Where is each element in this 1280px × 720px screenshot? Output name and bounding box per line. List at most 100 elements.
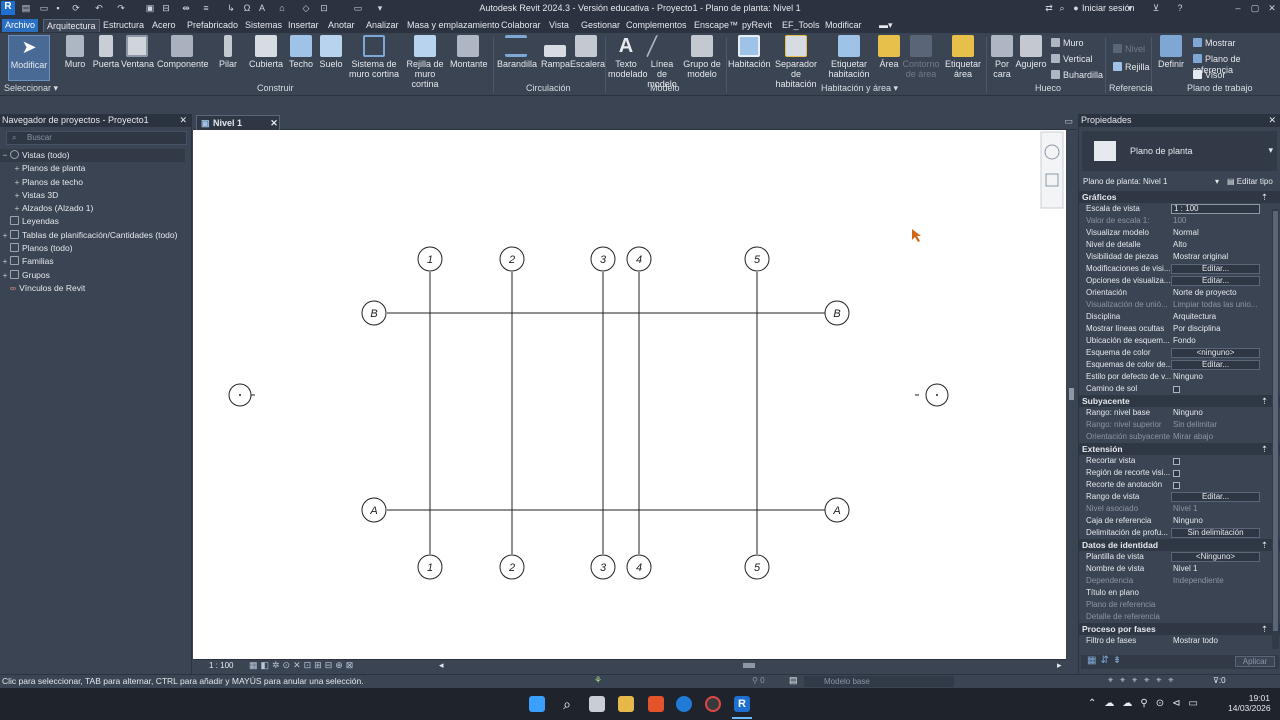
property-row[interactable]: Esquemas de color de... Editar... bbox=[1079, 359, 1280, 371]
search-input[interactable]: ⌕ Buscar bbox=[6, 131, 187, 145]
tree-item-planos-planta[interactable]: + Planos de planta bbox=[0, 162, 191, 175]
property-button[interactable]: Editar... bbox=[1171, 264, 1260, 274]
property-row[interactable]: Nivel de detalle Alto bbox=[1079, 239, 1280, 251]
component-button[interactable]: Componente bbox=[157, 35, 209, 69]
tree-item-grupos[interactable]: + Grupos bbox=[0, 269, 191, 282]
group-seleccionar[interactable]: Seleccionar ▾ bbox=[4, 83, 58, 94]
property-input[interactable]: 1 : 100 bbox=[1171, 204, 1260, 214]
clock[interactable]: 19:01 14/03/2026 bbox=[1228, 693, 1271, 713]
tab-colaborar[interactable]: Colaborar bbox=[498, 19, 544, 32]
properties-section-4[interactable]: Proceso por fases ⇡ bbox=[1079, 623, 1280, 635]
property-row[interactable]: Rango: nivel base Ninguno bbox=[1079, 407, 1280, 419]
tree-item-familias[interactable]: + Familias bbox=[0, 255, 191, 268]
design-options-icon[interactable]: ▤ bbox=[789, 675, 798, 686]
tab-enscape[interactable]: Enscape™ bbox=[691, 19, 741, 32]
property-row[interactable]: Rango de vista Editar... bbox=[1079, 491, 1280, 503]
flip-icon[interactable]: ⇄ bbox=[1043, 2, 1055, 14]
tree-item-alzados[interactable]: + Alzados (Alzado 1) bbox=[0, 202, 191, 215]
tree-item-planos[interactable]: Planos (todo) bbox=[0, 242, 191, 255]
property-row[interactable]: Plantilla de vista <Ninguno> bbox=[1079, 551, 1280, 563]
window-button[interactable]: Ventana bbox=[121, 35, 154, 69]
tab-arquitectura[interactable]: Arquitectura bbox=[43, 19, 100, 32]
tab-archivo[interactable]: Archivo bbox=[2, 19, 38, 32]
mullion-button[interactable]: Montante bbox=[450, 35, 488, 69]
tab-acero[interactable]: Acero bbox=[149, 19, 179, 32]
property-checkbox[interactable] bbox=[1173, 458, 1180, 465]
properties-section-2[interactable]: Extensión ⇡ bbox=[1079, 443, 1280, 455]
group-habitacion-area[interactable]: Habitación y área ▾ bbox=[821, 83, 898, 94]
viewer-button[interactable]: Visor bbox=[1193, 70, 1225, 81]
brave-icon[interactable] bbox=[648, 696, 664, 712]
tab-sistemas[interactable]: Sistemas bbox=[242, 19, 285, 32]
tab-complementos[interactable]: Complementos bbox=[623, 19, 690, 32]
collapse-icon[interactable]: ⇡ bbox=[1261, 443, 1268, 455]
property-button[interactable]: <Ninguno> bbox=[1171, 552, 1260, 562]
tag-room-button[interactable]: Etiquetar habitación bbox=[827, 35, 871, 79]
define-work-plane-button[interactable]: Definir bbox=[1155, 35, 1187, 69]
property-checkbox[interactable] bbox=[1173, 386, 1180, 393]
scroll-left-icon[interactable]: ◂ bbox=[439, 660, 444, 671]
floor-plan-drawing[interactable]: 1 2 3 4 5 1 2 3 4 5 B B A A bbox=[193, 130, 1066, 659]
close-icon[interactable]: ✕ bbox=[179, 114, 187, 127]
model-text-button[interactable]: A Texto modelado bbox=[608, 35, 648, 79]
revit-taskbar-icon[interactable]: R bbox=[734, 696, 750, 712]
close-icon[interactable]: ✕ bbox=[1268, 114, 1276, 127]
property-button[interactable]: Editar... bbox=[1171, 276, 1260, 286]
tree-item-vistas[interactable]: − Vistas (todo) bbox=[0, 149, 185, 163]
property-row[interactable]: Caja de referencia Ninguno bbox=[1079, 515, 1280, 527]
tab-modificar[interactable]: Modificar bbox=[822, 19, 865, 32]
minimize-icon[interactable]: – bbox=[1232, 2, 1244, 14]
tree-item-vistas-3d[interactable]: + Vistas 3D bbox=[0, 189, 191, 202]
model-line-button[interactable]: Línea de modelo bbox=[645, 35, 679, 89]
roof-button[interactable]: Cubierta bbox=[249, 35, 283, 69]
apply-button[interactable]: Aplicar bbox=[1235, 656, 1275, 667]
room-button[interactable]: Habitación bbox=[728, 35, 771, 69]
property-row[interactable]: Disciplina Arquitectura bbox=[1079, 311, 1280, 323]
property-button[interactable]: Editar... bbox=[1171, 492, 1260, 502]
property-row[interactable]: Opciones de visualiza... Editar... bbox=[1079, 275, 1280, 287]
area-button[interactable]: Área bbox=[877, 35, 901, 69]
collapse-icon[interactable]: ⇡ bbox=[1261, 395, 1268, 407]
wall-button[interactable]: Muro bbox=[62, 35, 88, 69]
vertical-scrollbar[interactable] bbox=[1066, 130, 1077, 659]
modify-button[interactable]: ➤ Modificar bbox=[8, 35, 50, 81]
horizontal-scrollbar[interactable] bbox=[743, 663, 755, 668]
active-model-selector[interactable]: Modelo base bbox=[804, 676, 954, 687]
tab-menu-icon[interactable]: ▭ bbox=[1064, 116, 1073, 127]
properties-section-0[interactable]: Gráficos ⇡ bbox=[1079, 191, 1280, 203]
by-face-button[interactable]: Por cara bbox=[990, 35, 1014, 79]
chrome-icon[interactable] bbox=[705, 696, 721, 712]
property-row[interactable]: Filtro de fases Mostrar todo bbox=[1079, 635, 1280, 647]
column-button[interactable]: Pilar bbox=[215, 35, 241, 69]
tree-item-planos-techo[interactable]: + Planos de techo bbox=[0, 176, 191, 189]
room-separator-button[interactable]: Separador de habitación bbox=[771, 35, 821, 89]
filter-count[interactable]: ⊽:0 bbox=[1213, 676, 1226, 685]
show-work-plane-button[interactable]: Mostrar bbox=[1193, 38, 1236, 49]
property-row[interactable]: Nombre de vista Nivel 1 bbox=[1079, 563, 1280, 575]
property-row[interactable]: Visualizar modelo Normal bbox=[1079, 227, 1280, 239]
worksharing-icon[interactable]: ⚘ bbox=[594, 675, 602, 686]
cart-icon[interactable]: ⊻ bbox=[1150, 2, 1162, 14]
tab-gestionar[interactable]: Gestionar bbox=[578, 19, 623, 32]
property-row[interactable]: Estilo por defecto de v... Ninguno bbox=[1079, 371, 1280, 383]
selection-filters-icons[interactable]: ⌖⌖⌖⌖⌖⌖ bbox=[1108, 675, 1180, 686]
grid-button[interactable]: Rejilla bbox=[1113, 62, 1150, 73]
tab-masa[interactable]: Masa y emplazamiento bbox=[404, 19, 503, 32]
property-row[interactable]: Escala de vista 1 : 100 bbox=[1079, 203, 1280, 215]
file-explorer-icon[interactable] bbox=[618, 696, 634, 712]
scroll-right-icon[interactable]: ▸ bbox=[1057, 660, 1062, 671]
tree-item-vinculos[interactable]: ∞ Vínculos de Revit bbox=[0, 282, 191, 295]
tab-pyrevit[interactable]: pyRevit bbox=[739, 19, 775, 32]
maximize-icon[interactable]: ▢ bbox=[1249, 2, 1261, 14]
tab-prefabricado[interactable]: Prefabricado bbox=[184, 19, 241, 32]
property-row[interactable]: Recorte de anotación bbox=[1079, 479, 1280, 491]
property-row[interactable]: Recortar vista bbox=[1079, 455, 1280, 467]
edit-type-button[interactable]: ▤ Editar tipo bbox=[1227, 175, 1273, 189]
search-icon[interactable]: ⌕ bbox=[1056, 2, 1068, 14]
tab-ef-tools[interactable]: EF_Tools bbox=[779, 19, 823, 32]
tab-options-icon[interactable]: ▬▾ bbox=[876, 19, 896, 32]
tab-vista[interactable]: Vista bbox=[546, 19, 572, 32]
property-row[interactable]: Mostrar líneas ocultas Por disciplina bbox=[1079, 323, 1280, 335]
stair-button[interactable]: Escalera bbox=[570, 35, 605, 69]
close-icon[interactable]: ✕ bbox=[1266, 2, 1278, 14]
